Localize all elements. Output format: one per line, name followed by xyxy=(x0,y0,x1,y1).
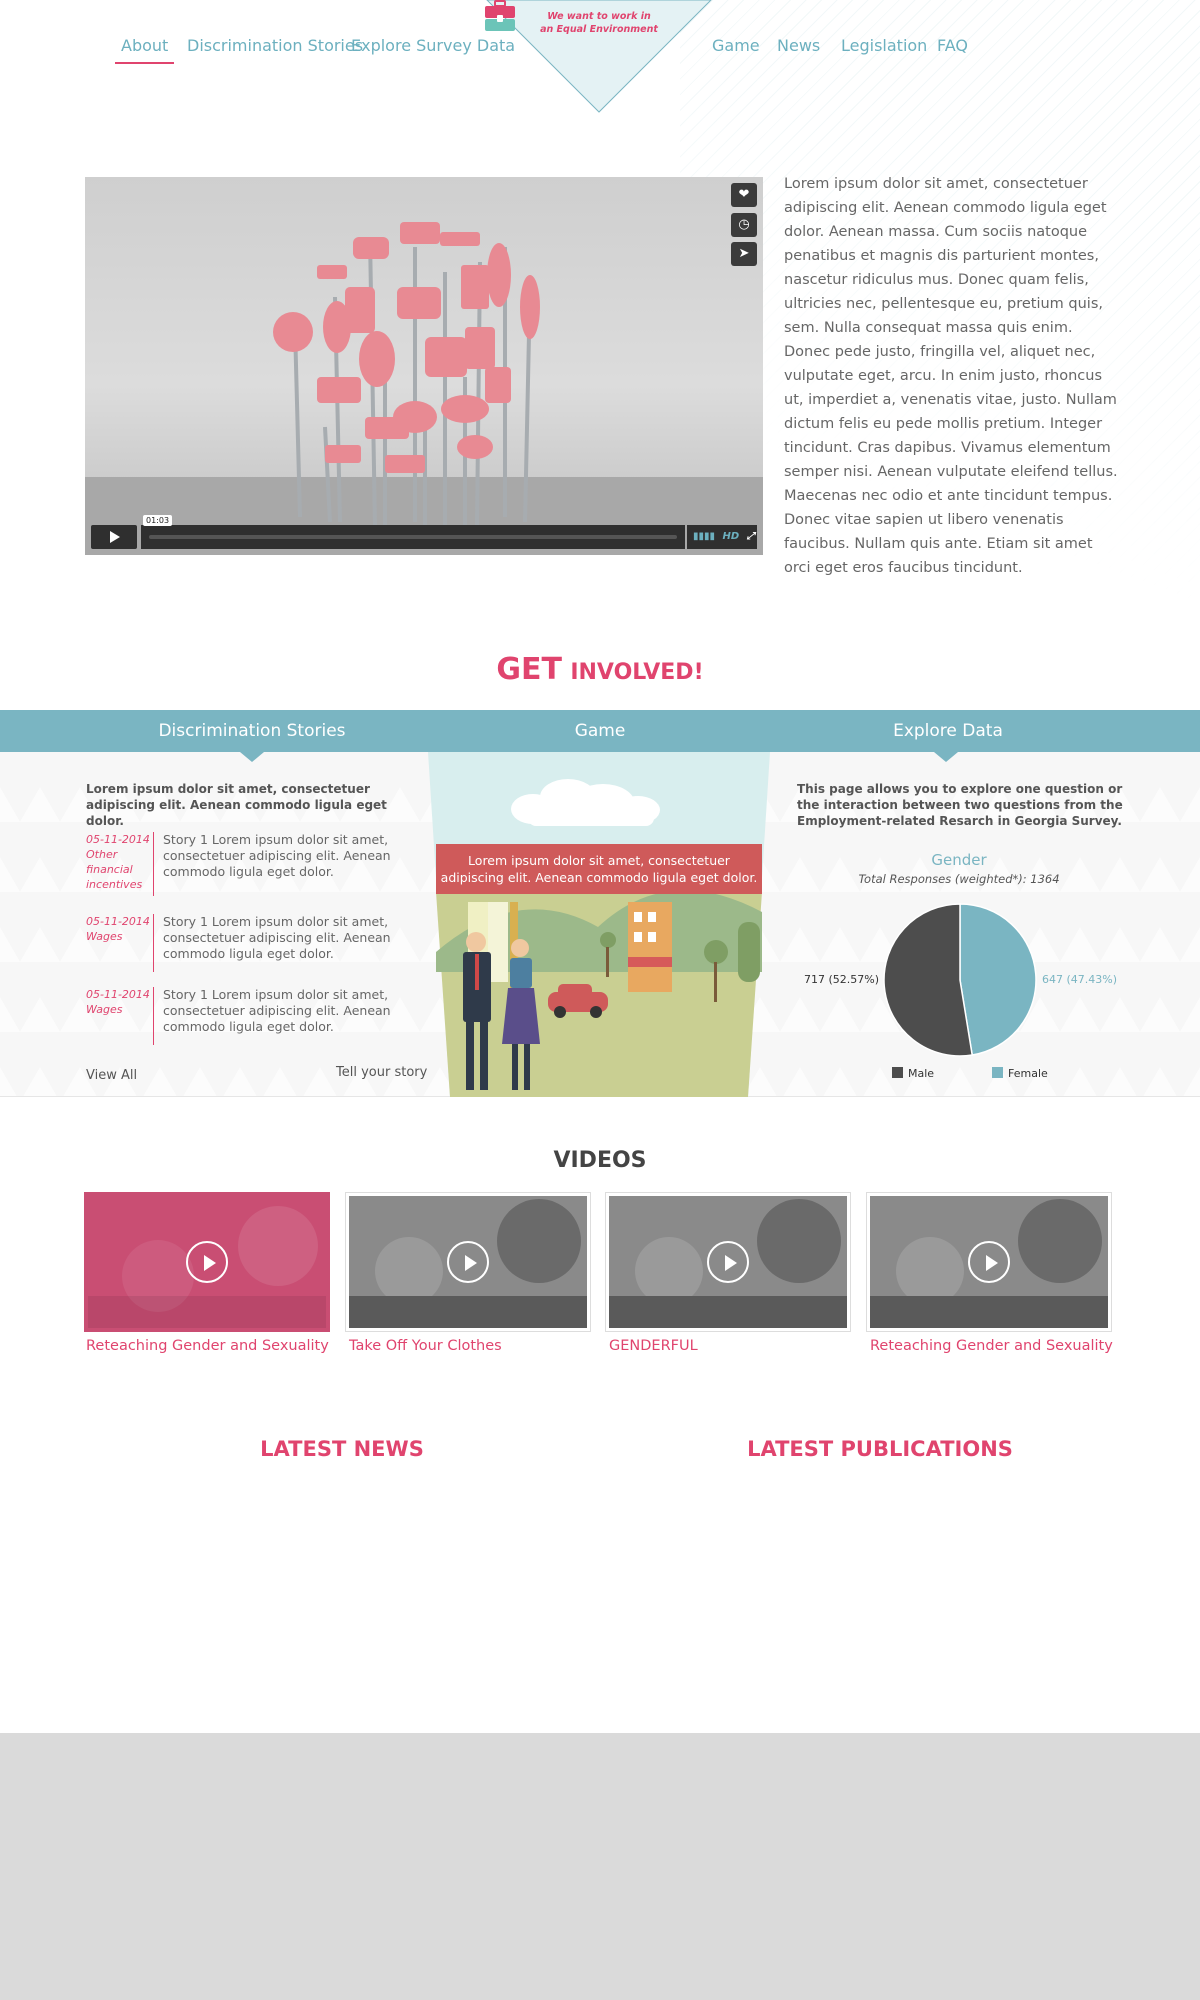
legend-male[interactable]: Male xyxy=(892,1067,934,1080)
tab-discrimination-stories[interactable]: Discrimination Stories xyxy=(52,710,452,752)
latest-news-title: LATEST NEWS xyxy=(260,1437,424,1461)
stories-intro: Lorem ipsum dolor sit amet, consectetuer… xyxy=(86,782,387,828)
story-divider xyxy=(153,987,154,1045)
fullscreen-icon[interactable]: ⤢ xyxy=(747,531,755,542)
story-text: Story 1 Lorem ipsum dolor sit amet, cons… xyxy=(163,832,391,879)
pie-slice-male[interactable] xyxy=(883,903,974,1057)
pie-label-male: 717 (52.57%) xyxy=(804,973,880,986)
site-logo-badge[interactable]: We want to work in an Equal Environment xyxy=(485,0,713,113)
video-thumbnail[interactable] xyxy=(84,1192,330,1332)
video-thumbnail[interactable] xyxy=(866,1192,1112,1332)
nav-about[interactable]: About xyxy=(114,36,175,64)
legend-label-male: Male xyxy=(908,1067,935,1080)
story-meta: 05-11-2014 Wages xyxy=(86,914,152,944)
video-progress-bar[interactable] xyxy=(141,525,685,549)
story-date: 05-11-2014 xyxy=(86,988,150,1001)
video-title[interactable]: GENDERFUL xyxy=(609,1338,869,1354)
story-category: Wages xyxy=(86,1003,123,1016)
nav-faq[interactable]: FAQ xyxy=(937,36,968,55)
story-category: Wages xyxy=(86,930,123,943)
nav-news[interactable]: News xyxy=(777,36,820,55)
play-circle-icon[interactable] xyxy=(186,1241,228,1283)
play-circle-icon[interactable] xyxy=(707,1241,749,1283)
intro-video-player[interactable]: ❤ ◷ ➤ 01:03 ▮▮▮▮ HD ⤢ xyxy=(85,177,763,555)
volume-icon[interactable]: ▮▮▮▮ xyxy=(693,531,715,542)
latest-publications-title: LATEST PUBLICATIONS xyxy=(747,1437,1013,1461)
story-divider xyxy=(153,914,154,972)
share-icon[interactable]: ➤ xyxy=(731,242,757,266)
chart-subtitle: Total Responses (weighted*): 1364 xyxy=(858,872,1060,886)
story-text: Story 1 Lorem ipsum dolor sit amet, cons… xyxy=(163,914,391,961)
pie-label-female: 647 (47.43%) xyxy=(1042,973,1118,986)
nav-game[interactable]: Game xyxy=(712,36,760,55)
video-time: 01:03 xyxy=(143,515,173,526)
video-thumbnail-image xyxy=(349,1196,587,1328)
legend-female[interactable]: Female xyxy=(992,1067,1048,1080)
nav-legislation[interactable]: Legislation xyxy=(841,36,927,55)
game-caption: Lorem ipsum dolor sit amet, consectetuer… xyxy=(436,844,762,894)
hd-toggle[interactable]: HD xyxy=(723,531,740,542)
story-category: Other financial incentives xyxy=(86,848,143,891)
tab-pointer xyxy=(934,752,958,762)
video-thumbnail-image xyxy=(870,1196,1108,1328)
badge-slogan-line2: an Equal Environment xyxy=(540,24,658,35)
story-text: Story 1 Lorem ipsum dolor sit amet, cons… xyxy=(163,987,391,1034)
like-icon[interactable]: ❤ xyxy=(731,183,757,207)
badge-slogan-line1: We want to work in xyxy=(547,11,651,22)
tell-your-story-link[interactable]: Tell your story xyxy=(336,1065,427,1080)
briefcase-icon xyxy=(485,0,515,31)
get-involved-title-bold: GET xyxy=(496,652,562,687)
game-illustration xyxy=(428,752,770,1097)
watch-later-icon[interactable]: ◷ xyxy=(731,213,757,237)
badge-slogan: We want to work in an Equal Environment xyxy=(485,10,713,36)
video-title[interactable]: Reteaching Gender and Sexuality xyxy=(86,1338,346,1354)
story-meta: 05-11-2014 Wages xyxy=(86,987,152,1017)
explore-data-intro: This page allows you to explore one ques… xyxy=(797,782,1123,828)
nav-discrimination-stories[interactable]: Discrimination Stories xyxy=(187,36,363,55)
get-involved-title: GET INVOLVED! xyxy=(0,652,1200,687)
pie-slice-female[interactable] xyxy=(959,903,1037,1056)
view-all-link[interactable]: View All xyxy=(86,1068,137,1083)
story-date: 05-11-2014 xyxy=(86,833,150,846)
legend-swatch-female xyxy=(992,1067,1003,1078)
tab-pointer xyxy=(240,752,264,762)
video-thumbnail[interactable] xyxy=(605,1192,851,1332)
video-title[interactable]: Take Off Your Clothes xyxy=(349,1338,609,1354)
story-divider xyxy=(153,832,154,896)
game-preview[interactable]: Lorem ipsum dolor sit amet, consectetuer… xyxy=(428,752,770,1097)
main-nav: About Discrimination Stories Explore Sur… xyxy=(0,0,1200,120)
footer xyxy=(0,1733,1200,2000)
legend-label-female: Female xyxy=(1008,1067,1048,1080)
get-involved-tabs: Discrimination Stories Game Explore Data xyxy=(0,710,1200,752)
video-controls: 01:03 ▮▮▮▮ HD ⤢ xyxy=(91,515,757,549)
video-frame-sculpture xyxy=(85,222,763,555)
play-icon[interactable] xyxy=(91,525,137,549)
tab-explore-data[interactable]: Explore Data xyxy=(748,710,1148,752)
video-title[interactable]: Reteaching Gender and Sexuality xyxy=(870,1338,1130,1354)
get-involved-title-rest: INVOLVED! xyxy=(570,660,704,685)
video-thumbnail-image xyxy=(609,1196,847,1328)
videos-title: VIDEOS xyxy=(553,1148,647,1173)
play-circle-icon[interactable] xyxy=(968,1241,1010,1283)
chart-title: Gender xyxy=(931,851,987,869)
gender-pie-chart[interactable] xyxy=(880,900,1040,1060)
tab-game[interactable]: Game xyxy=(400,710,800,752)
legend-swatch-male xyxy=(892,1067,903,1078)
video-settings[interactable]: ▮▮▮▮ HD ⤢ xyxy=(687,525,757,549)
video-thumbnail[interactable] xyxy=(345,1192,591,1332)
story-date: 05-11-2014 xyxy=(86,915,150,928)
intro-text: Lorem ipsum dolor sit amet, consectetuer… xyxy=(784,176,1118,576)
play-circle-icon[interactable] xyxy=(447,1241,489,1283)
video-thumbnail-image xyxy=(88,1196,326,1328)
story-meta: 05-11-2014 Other financial incentives xyxy=(86,832,152,892)
